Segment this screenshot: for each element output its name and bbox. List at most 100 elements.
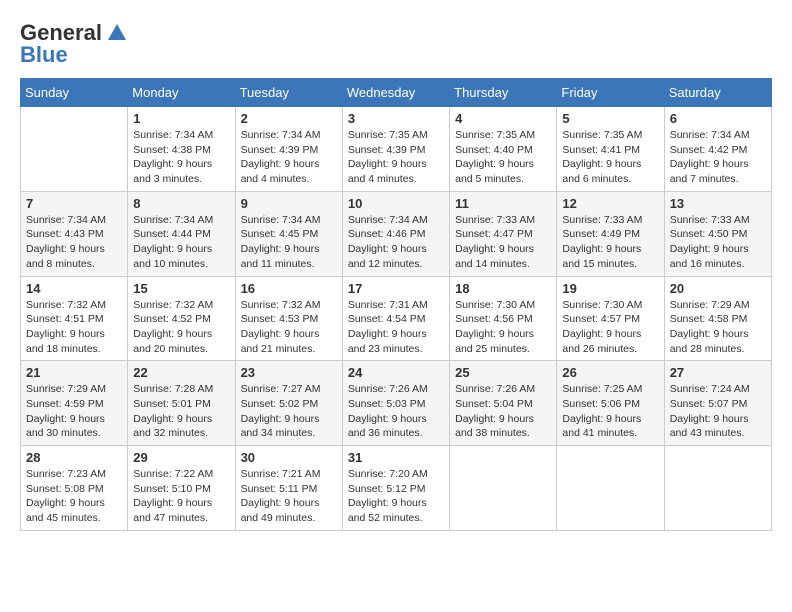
day-number: 14 — [26, 281, 122, 296]
calendar-cell: 7 Sunrise: 7:34 AMSunset: 4:43 PMDayligh… — [21, 191, 128, 276]
day-number: 29 — [133, 450, 229, 465]
calendar-cell: 9 Sunrise: 7:34 AMSunset: 4:45 PMDayligh… — [235, 191, 342, 276]
day-number: 23 — [241, 365, 337, 380]
calendar-week-3: 14 Sunrise: 7:32 AMSunset: 4:51 PMDaylig… — [21, 276, 772, 361]
calendar-cell: 19 Sunrise: 7:30 AMSunset: 4:57 PMDaylig… — [557, 276, 664, 361]
day-number: 2 — [241, 111, 337, 126]
calendar-week-1: 1 Sunrise: 7:34 AMSunset: 4:38 PMDayligh… — [21, 107, 772, 192]
calendar-cell: 17 Sunrise: 7:31 AMSunset: 4:54 PMDaylig… — [342, 276, 449, 361]
calendar-cell — [21, 107, 128, 192]
day-number: 27 — [670, 365, 766, 380]
day-info: Sunrise: 7:29 AMSunset: 4:59 PMDaylight:… — [26, 383, 106, 439]
day-number: 19 — [562, 281, 658, 296]
col-tuesday: Tuesday — [235, 79, 342, 107]
day-number: 1 — [133, 111, 229, 126]
day-info: Sunrise: 7:33 AMSunset: 4:47 PMDaylight:… — [455, 214, 535, 270]
logo: General Blue — [20, 20, 128, 68]
day-info: Sunrise: 7:24 AMSunset: 5:07 PMDaylight:… — [670, 383, 750, 439]
day-info: Sunrise: 7:27 AMSunset: 5:02 PMDaylight:… — [241, 383, 321, 439]
logo-blue: Blue — [20, 42, 68, 68]
calendar-cell: 6 Sunrise: 7:34 AMSunset: 4:42 PMDayligh… — [664, 107, 771, 192]
day-number: 12 — [562, 196, 658, 211]
day-info: Sunrise: 7:22 AMSunset: 5:10 PMDaylight:… — [133, 468, 213, 524]
calendar-cell: 25 Sunrise: 7:26 AMSunset: 5:04 PMDaylig… — [450, 361, 557, 446]
day-number: 17 — [348, 281, 444, 296]
calendar-cell: 30 Sunrise: 7:21 AMSunset: 5:11 PMDaylig… — [235, 446, 342, 531]
day-info: Sunrise: 7:30 AMSunset: 4:56 PMDaylight:… — [455, 299, 535, 355]
day-number: 5 — [562, 111, 658, 126]
calendar-cell: 8 Sunrise: 7:34 AMSunset: 4:44 PMDayligh… — [128, 191, 235, 276]
day-number: 13 — [670, 196, 766, 211]
calendar-cell: 15 Sunrise: 7:32 AMSunset: 4:52 PMDaylig… — [128, 276, 235, 361]
day-number: 21 — [26, 365, 122, 380]
day-info: Sunrise: 7:21 AMSunset: 5:11 PMDaylight:… — [241, 468, 321, 524]
calendar-cell: 22 Sunrise: 7:28 AMSunset: 5:01 PMDaylig… — [128, 361, 235, 446]
logo-icon — [106, 22, 128, 44]
calendar-cell: 5 Sunrise: 7:35 AMSunset: 4:41 PMDayligh… — [557, 107, 664, 192]
calendar-cell — [664, 446, 771, 531]
col-sunday: Sunday — [21, 79, 128, 107]
day-number: 24 — [348, 365, 444, 380]
day-info: Sunrise: 7:34 AMSunset: 4:42 PMDaylight:… — [670, 129, 750, 185]
calendar-cell: 21 Sunrise: 7:29 AMSunset: 4:59 PMDaylig… — [21, 361, 128, 446]
day-info: Sunrise: 7:35 AMSunset: 4:39 PMDaylight:… — [348, 129, 428, 185]
col-thursday: Thursday — [450, 79, 557, 107]
day-info: Sunrise: 7:20 AMSunset: 5:12 PMDaylight:… — [348, 468, 428, 524]
page-header: General Blue — [20, 20, 772, 68]
col-friday: Friday — [557, 79, 664, 107]
day-info: Sunrise: 7:30 AMSunset: 4:57 PMDaylight:… — [562, 299, 642, 355]
day-number: 9 — [241, 196, 337, 211]
day-number: 16 — [241, 281, 337, 296]
calendar-cell: 12 Sunrise: 7:33 AMSunset: 4:49 PMDaylig… — [557, 191, 664, 276]
day-number: 26 — [562, 365, 658, 380]
day-info: Sunrise: 7:32 AMSunset: 4:51 PMDaylight:… — [26, 299, 106, 355]
day-number: 30 — [241, 450, 337, 465]
day-info: Sunrise: 7:33 AMSunset: 4:49 PMDaylight:… — [562, 214, 642, 270]
calendar-week-5: 28 Sunrise: 7:23 AMSunset: 5:08 PMDaylig… — [21, 446, 772, 531]
calendar-cell: 20 Sunrise: 7:29 AMSunset: 4:58 PMDaylig… — [664, 276, 771, 361]
day-info: Sunrise: 7:25 AMSunset: 5:06 PMDaylight:… — [562, 383, 642, 439]
calendar-cell: 11 Sunrise: 7:33 AMSunset: 4:47 PMDaylig… — [450, 191, 557, 276]
day-info: Sunrise: 7:28 AMSunset: 5:01 PMDaylight:… — [133, 383, 213, 439]
calendar-week-2: 7 Sunrise: 7:34 AMSunset: 4:43 PMDayligh… — [21, 191, 772, 276]
col-saturday: Saturday — [664, 79, 771, 107]
calendar-cell: 29 Sunrise: 7:22 AMSunset: 5:10 PMDaylig… — [128, 446, 235, 531]
day-number: 6 — [670, 111, 766, 126]
calendar-cell: 28 Sunrise: 7:23 AMSunset: 5:08 PMDaylig… — [21, 446, 128, 531]
calendar-cell: 2 Sunrise: 7:34 AMSunset: 4:39 PMDayligh… — [235, 107, 342, 192]
day-number: 10 — [348, 196, 444, 211]
day-info: Sunrise: 7:32 AMSunset: 4:52 PMDaylight:… — [133, 299, 213, 355]
col-wednesday: Wednesday — [342, 79, 449, 107]
day-info: Sunrise: 7:23 AMSunset: 5:08 PMDaylight:… — [26, 468, 106, 524]
calendar-cell: 3 Sunrise: 7:35 AMSunset: 4:39 PMDayligh… — [342, 107, 449, 192]
day-info: Sunrise: 7:26 AMSunset: 5:04 PMDaylight:… — [455, 383, 535, 439]
day-number: 25 — [455, 365, 551, 380]
day-info: Sunrise: 7:32 AMSunset: 4:53 PMDaylight:… — [241, 299, 321, 355]
calendar-cell — [450, 446, 557, 531]
calendar-cell: 27 Sunrise: 7:24 AMSunset: 5:07 PMDaylig… — [664, 361, 771, 446]
day-info: Sunrise: 7:34 AMSunset: 4:46 PMDaylight:… — [348, 214, 428, 270]
day-info: Sunrise: 7:34 AMSunset: 4:43 PMDaylight:… — [26, 214, 106, 270]
day-info: Sunrise: 7:33 AMSunset: 4:50 PMDaylight:… — [670, 214, 750, 270]
day-number: 28 — [26, 450, 122, 465]
calendar-week-4: 21 Sunrise: 7:29 AMSunset: 4:59 PMDaylig… — [21, 361, 772, 446]
calendar-cell — [557, 446, 664, 531]
day-info: Sunrise: 7:35 AMSunset: 4:41 PMDaylight:… — [562, 129, 642, 185]
calendar-cell: 4 Sunrise: 7:35 AMSunset: 4:40 PMDayligh… — [450, 107, 557, 192]
col-monday: Monday — [128, 79, 235, 107]
day-number: 22 — [133, 365, 229, 380]
calendar-cell: 26 Sunrise: 7:25 AMSunset: 5:06 PMDaylig… — [557, 361, 664, 446]
day-info: Sunrise: 7:34 AMSunset: 4:38 PMDaylight:… — [133, 129, 213, 185]
day-info: Sunrise: 7:34 AMSunset: 4:45 PMDaylight:… — [241, 214, 321, 270]
calendar-cell: 16 Sunrise: 7:32 AMSunset: 4:53 PMDaylig… — [235, 276, 342, 361]
calendar-table: SundayMondayTuesdayWednesdayThursdayFrid… — [20, 78, 772, 531]
day-info: Sunrise: 7:31 AMSunset: 4:54 PMDaylight:… — [348, 299, 428, 355]
day-number: 11 — [455, 196, 551, 211]
day-number: 3 — [348, 111, 444, 126]
calendar-cell: 14 Sunrise: 7:32 AMSunset: 4:51 PMDaylig… — [21, 276, 128, 361]
day-info: Sunrise: 7:34 AMSunset: 4:39 PMDaylight:… — [241, 129, 321, 185]
day-info: Sunrise: 7:29 AMSunset: 4:58 PMDaylight:… — [670, 299, 750, 355]
calendar-cell: 10 Sunrise: 7:34 AMSunset: 4:46 PMDaylig… — [342, 191, 449, 276]
day-info: Sunrise: 7:26 AMSunset: 5:03 PMDaylight:… — [348, 383, 428, 439]
calendar-cell: 18 Sunrise: 7:30 AMSunset: 4:56 PMDaylig… — [450, 276, 557, 361]
